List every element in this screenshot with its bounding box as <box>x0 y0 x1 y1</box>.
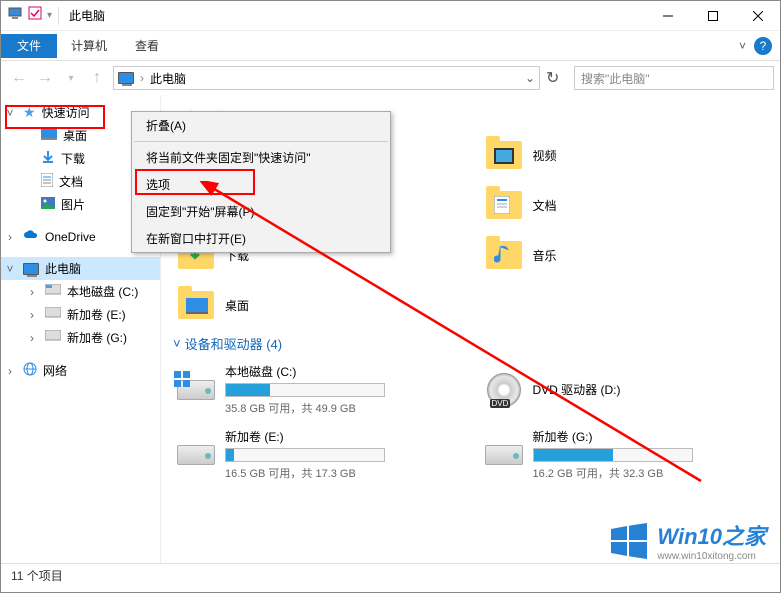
folder-icon <box>178 291 214 319</box>
chevron-down-icon: ˅ <box>173 336 181 351</box>
windows-logo-icon <box>609 521 649 561</box>
tab-computer[interactable]: 计算机 <box>57 34 121 58</box>
status-bar: 11 个项目 <box>1 563 780 587</box>
capacity-bar <box>533 448 693 462</box>
drive-icon <box>45 330 61 345</box>
ctx-pin-current[interactable]: 将当前文件夹固定到"快速访问" <box>132 144 390 171</box>
drive-c[interactable]: 本地磁盘 (C:)35.8 GB 可用，共 49.9 GB <box>173 359 461 420</box>
qat-dropdown-icon[interactable]: ▾ <box>47 10 52 21</box>
item-count: 11 个项目 <box>11 567 63 584</box>
maximize-button[interactable] <box>690 1 735 31</box>
drive-e[interactable]: 新加卷 (E:)16.5 GB 可用，共 17.3 GB <box>173 424 461 485</box>
download-icon <box>41 150 55 167</box>
group-devices[interactable]: ˅设备和驱动器 (4) <box>173 328 768 359</box>
titlebar: ▾ 此电脑 <box>1 1 780 31</box>
sidebar-item-vol-e[interactable]: ›新加卷 (E:) <box>1 303 160 326</box>
drive-dvd[interactable]: DVD DVD 驱动器 (D:) <box>481 359 769 420</box>
address-field[interactable]: › 此电脑 ⌄ <box>113 66 540 90</box>
address-dropdown-icon[interactable]: ⌄ <box>525 71 535 85</box>
sidebar-item-network[interactable]: ›网络 <box>1 359 160 382</box>
ctx-new-window[interactable]: 在新窗口中打开(E) <box>132 225 390 252</box>
minimize-button[interactable] <box>645 1 690 31</box>
search-input[interactable]: 搜索"此电脑" <box>574 66 774 90</box>
pc-icon <box>118 72 134 84</box>
drive-icon <box>45 284 61 299</box>
address-bar: ← → ▾ ↑ › 此电脑 ⌄ ↻ 搜索"此电脑" <box>1 61 780 95</box>
context-menu: 折叠(A) 将当前文件夹固定到"快速访问" 选项 固定到"开始"屏幕(P) 在新… <box>131 111 391 253</box>
folder-desktop[interactable]: 桌面 <box>173 282 461 328</box>
ctx-options[interactable]: 选项 <box>132 171 390 198</box>
tab-file[interactable]: 文件 <box>1 34 57 58</box>
drive-icon <box>177 445 215 465</box>
sidebar-item-vol-g[interactable]: ›新加卷 (G:) <box>1 326 160 349</box>
folder-documents[interactable]: 文档 <box>481 182 769 228</box>
up-button[interactable]: ↑ <box>85 66 109 90</box>
sidebar-item-this-pc[interactable]: ˅此电脑 <box>1 257 160 280</box>
ctx-collapse[interactable]: 折叠(A) <box>132 112 390 139</box>
folder-video[interactable]: 视频 <box>481 132 769 178</box>
forward-button[interactable]: → <box>33 66 57 90</box>
capacity-bar <box>225 448 385 462</box>
cloud-icon <box>23 229 39 244</box>
folder-icon <box>486 141 522 169</box>
capacity-bar <box>225 383 385 397</box>
drive-g[interactable]: 新加卷 (G:)16.2 GB 可用，共 32.3 GB <box>481 424 769 485</box>
folder-icon <box>486 241 522 269</box>
close-button[interactable] <box>735 1 780 31</box>
qat: ▾ <box>1 5 52 26</box>
separator <box>58 7 59 25</box>
desktop-icon <box>41 128 57 143</box>
app-icon <box>7 5 23 26</box>
back-button[interactable]: ← <box>7 66 31 90</box>
window-controls <box>645 1 780 31</box>
ribbon-expand-icon[interactable]: ˅ <box>739 39 746 53</box>
picture-icon <box>41 197 55 212</box>
address-path: 此电脑 <box>150 70 186 87</box>
qat-prop-icon[interactable] <box>27 5 43 26</box>
refresh-button[interactable]: ↻ <box>546 68 570 88</box>
dvd-icon: DVD <box>487 373 521 407</box>
search-placeholder: 搜索"此电脑" <box>581 70 650 87</box>
help-icon[interactable]: ? <box>754 37 772 55</box>
drive-icon <box>45 307 61 322</box>
network-icon <box>23 362 37 379</box>
ribbon: 文件 计算机 查看 ˅ ? <box>1 31 780 61</box>
star-icon: ★ <box>23 104 36 121</box>
sidebar-item-disk-c[interactable]: ›本地磁盘 (C:) <box>1 280 160 303</box>
ctx-pin-start[interactable]: 固定到"开始"屏幕(P) <box>132 198 390 225</box>
folder-icon <box>486 191 522 219</box>
watermark: Win10之家www.win10xitong.com <box>609 519 766 562</box>
separator <box>134 141 388 142</box>
recent-dropdown[interactable]: ▾ <box>59 66 83 90</box>
tab-view[interactable]: 查看 <box>121 34 173 58</box>
drive-icon <box>177 380 215 400</box>
folder-music[interactable]: 音乐 <box>481 232 769 278</box>
pc-icon <box>23 263 39 275</box>
window-title: 此电脑 <box>65 7 645 24</box>
document-icon <box>41 173 53 190</box>
drive-icon <box>485 445 523 465</box>
